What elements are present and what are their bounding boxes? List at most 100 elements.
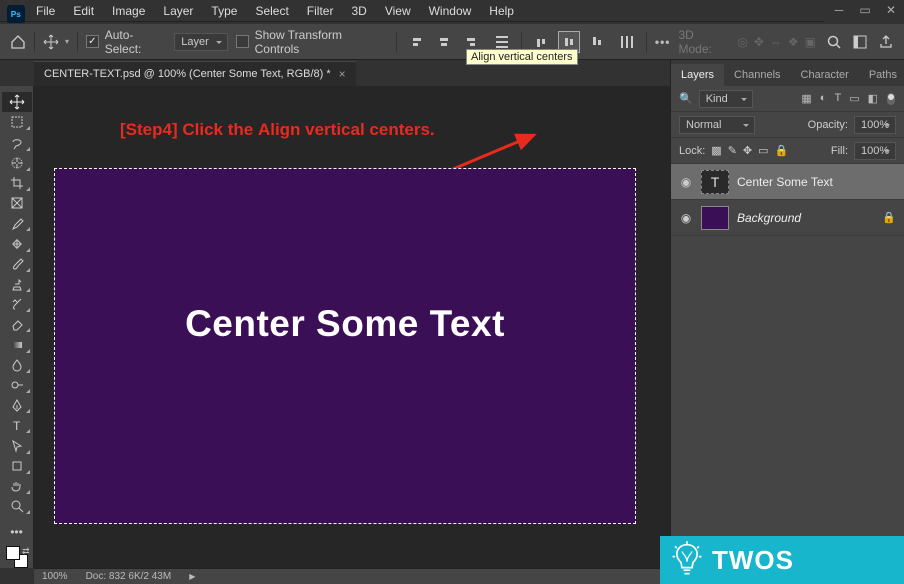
menu-file[interactable]: File: [28, 1, 63, 21]
blend-mode-dropdown[interactable]: Normal: [679, 116, 755, 134]
move-tool[interactable]: [2, 92, 32, 112]
dodge-tool[interactable]: [2, 375, 32, 395]
menu-edit[interactable]: Edit: [65, 1, 102, 21]
layer-item-background[interactable]: ◉ Background 🔒: [671, 200, 904, 236]
more-options-button[interactable]: •••: [655, 35, 671, 49]
edit-toolbar-button[interactable]: •••: [2, 522, 32, 542]
opacity-value[interactable]: 100%: [854, 116, 896, 134]
filter-smart-icon[interactable]: ◧: [868, 92, 878, 106]
fill-value[interactable]: 100%: [854, 142, 896, 160]
show-transform-checkbox[interactable]: [236, 35, 249, 48]
share-icon[interactable]: [878, 34, 894, 50]
brush-tool[interactable]: [2, 254, 32, 274]
eraser-tool[interactable]: [2, 314, 32, 334]
close-button[interactable]: ✕: [878, 0, 904, 20]
lock-fill-row: Lock: ▩ ✎ ✥ ▭ 🔒 Fill: 100%: [671, 138, 904, 164]
document-tab-title: CENTER-TEXT.psd @ 100% (Center Some Text…: [44, 68, 331, 80]
auto-select-checkbox[interactable]: [86, 35, 99, 48]
lock-position-icon[interactable]: ✥: [743, 144, 752, 157]
layer-name[interactable]: Center Some Text: [737, 175, 896, 189]
pen-tool[interactable]: [2, 395, 32, 415]
document-tabbar: CENTER-TEXT.psd @ 100% (Center Some Text…: [34, 60, 356, 86]
filter-type-icon[interactable]: T: [834, 92, 841, 106]
doc-size[interactable]: Doc: 832 6K/2 43M: [86, 571, 172, 582]
align-left-edges-button[interactable]: [405, 31, 427, 53]
3d-slide-icon: ⇔: [770, 35, 782, 49]
align-bottom-edges-button[interactable]: [586, 31, 608, 53]
menu-type[interactable]: Type: [203, 1, 245, 21]
align-tooltip: Align vertical centers: [466, 49, 578, 65]
document-tab[interactable]: CENTER-TEXT.psd @ 100% (Center Some Text…: [34, 61, 356, 86]
canvas-selection[interactable]: Center Some Text: [54, 168, 636, 524]
shape-tool[interactable]: [2, 456, 32, 476]
status-chevron-icon[interactable]: ▶: [189, 572, 195, 581]
filter-kind-dropdown[interactable]: Kind: [699, 90, 753, 108]
align-horizontal-centers-button[interactable]: [433, 31, 455, 53]
layer-name[interactable]: Background: [737, 211, 874, 225]
lock-transparency-icon[interactable]: ▩: [711, 144, 721, 157]
lock-icon: 🔒: [882, 211, 896, 224]
move-tool-icon: [43, 34, 59, 50]
lock-brush-icon[interactable]: ✎: [728, 144, 737, 157]
canvas-area[interactable]: [Step4] Click the Align vertical centers…: [34, 86, 670, 568]
swap-colors-icon[interactable]: ⇄: [22, 546, 30, 557]
distribute-vertical-icon[interactable]: [616, 31, 638, 53]
auto-select-dropdown[interactable]: Layer: [174, 33, 228, 51]
marquee-tool[interactable]: [2, 112, 32, 132]
3d-pan-icon: ✥: [754, 35, 764, 49]
tab-channels[interactable]: Channels: [724, 64, 790, 86]
zoom-level[interactable]: 100%: [42, 571, 68, 582]
menu-filter[interactable]: Filter: [299, 1, 342, 21]
visibility-toggle-icon[interactable]: ◉: [679, 211, 693, 225]
menu-layer[interactable]: Layer: [155, 1, 201, 21]
show-transform-label: Show Transform Controls: [255, 28, 388, 56]
chevron-down-icon[interactable]: ▾: [65, 37, 69, 46]
blur-tool[interactable]: [2, 355, 32, 375]
type-tool[interactable]: T: [2, 415, 32, 435]
minimize-button[interactable]: ─: [826, 0, 852, 20]
window-controls: ─ ▭ ✕: [826, 0, 904, 20]
close-tab-icon[interactable]: ×: [339, 67, 346, 81]
healing-tool[interactable]: [2, 233, 32, 253]
text-layer-content[interactable]: Center Some Text: [185, 303, 505, 345]
visibility-toggle-icon[interactable]: ◉: [679, 175, 693, 189]
search-icon[interactable]: [826, 34, 842, 50]
filter-shape-icon[interactable]: ▭: [849, 92, 859, 106]
tab-paths[interactable]: Paths: [859, 64, 904, 86]
menu-help[interactable]: Help: [481, 1, 522, 21]
clone-stamp-tool[interactable]: [2, 274, 32, 294]
history-brush-tool[interactable]: [2, 294, 32, 314]
layer-item-text[interactable]: ◉ T Center Some Text: [671, 164, 904, 200]
menu-view[interactable]: View: [377, 1, 419, 21]
tab-layers[interactable]: Layers: [671, 64, 724, 86]
panel-tabs: Layers Channels Character Paths ≡: [671, 60, 904, 86]
foreground-color-swatch[interactable]: [6, 546, 20, 560]
3d-mode-label: 3D Mode:: [679, 28, 728, 56]
search-icon: 🔍: [679, 92, 693, 105]
menu-window[interactable]: Window: [421, 1, 480, 21]
svg-text:T: T: [13, 419, 21, 432]
tab-character[interactable]: Character: [791, 64, 859, 86]
filter-pixel-icon[interactable]: ▦: [801, 92, 811, 106]
eyedropper-tool[interactable]: [2, 213, 32, 233]
color-swatches[interactable]: ⇄: [4, 546, 30, 568]
lasso-tool[interactable]: [2, 132, 32, 152]
lock-all-icon[interactable]: 🔒: [775, 144, 789, 157]
workspace-icon[interactable]: [852, 34, 868, 50]
crop-tool[interactable]: [2, 173, 32, 193]
zoom-tool[interactable]: [2, 496, 32, 516]
lock-artboard-icon[interactable]: ▭: [758, 144, 768, 157]
menu-select[interactable]: Select: [247, 1, 296, 21]
filter-adjust-icon[interactable]: ◐: [820, 92, 827, 106]
quick-select-tool[interactable]: [2, 153, 32, 173]
menu-image[interactable]: Image: [104, 1, 153, 21]
gradient-tool[interactable]: [2, 334, 32, 354]
home-icon[interactable]: [10, 34, 26, 50]
filter-toggle-icon[interactable]: [886, 92, 896, 106]
layer-filter-row: 🔍 Kind ▦ ◐ T ▭ ◧: [671, 86, 904, 112]
maximize-button[interactable]: ▭: [852, 0, 878, 20]
path-select-tool[interactable]: [2, 435, 32, 455]
frame-tool[interactable]: [2, 193, 32, 213]
menu-3d[interactable]: 3D: [343, 1, 374, 21]
hand-tool[interactable]: [2, 476, 32, 496]
